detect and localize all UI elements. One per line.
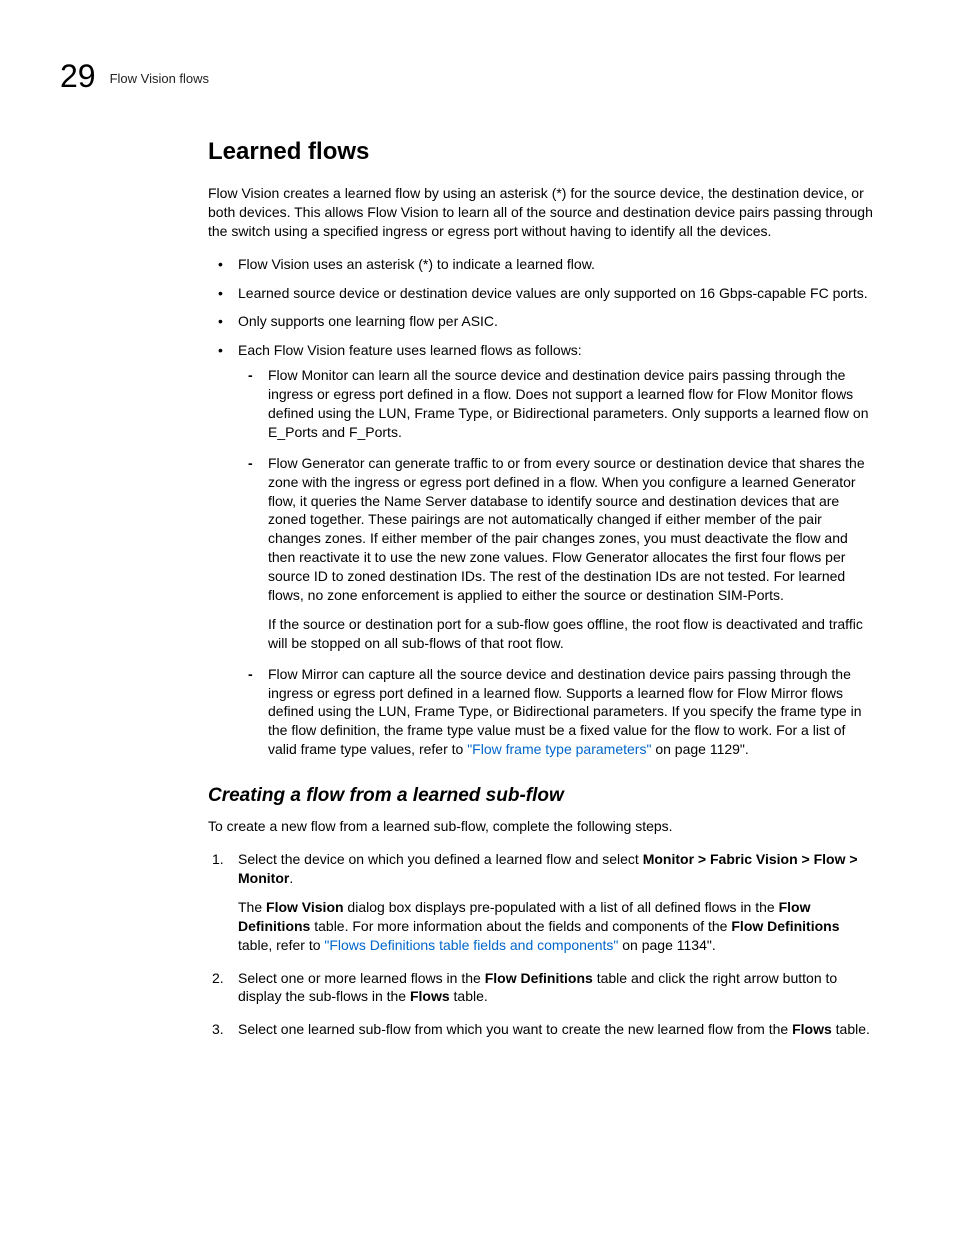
list-item: Flow Vision uses an asterisk (*) to indi… — [208, 255, 874, 274]
step-text: table. — [832, 1021, 870, 1037]
step-list: Select the device on which you defined a… — [208, 850, 874, 1039]
running-header: 29 Flow Vision flows — [60, 60, 894, 92]
step-text: Select one learned sub-flow from which y… — [238, 1021, 792, 1037]
chapter-number: 29 — [60, 60, 96, 92]
step-text: table. For more information about the fi… — [310, 918, 731, 934]
cross-reference-link[interactable]: "Flow frame type parameters" — [467, 741, 651, 757]
list-item: Flow Mirror can capture all the source d… — [238, 665, 874, 759]
ui-element-name: Flow Definitions — [731, 918, 839, 934]
subsection-title: Creating a flow from a learned sub-flow — [208, 785, 874, 807]
ui-element-name: Flows — [410, 988, 450, 1004]
list-item: Flow Monitor can learn all the source de… — [238, 366, 874, 442]
dash-list: Flow Monitor can learn all the source de… — [238, 366, 874, 759]
step-text: table, refer to — [238, 937, 324, 953]
step-text: Select one or more learned flows in the — [238, 970, 485, 986]
document-page: 29 Flow Vision flows Learned flows Flow … — [0, 0, 954, 1235]
ui-element-name: Flow Definitions — [485, 970, 593, 986]
running-title: Flow Vision flows — [110, 71, 209, 86]
list-item-text: on page 1129". — [651, 741, 748, 757]
section-intro: Flow Vision creates a learned flow by us… — [208, 184, 874, 241]
step-item: Select one learned sub-flow from which y… — [208, 1020, 874, 1039]
list-item-text: Each Flow Vision feature uses learned fl… — [238, 342, 582, 358]
list-item: Learned source device or destination dev… — [208, 284, 874, 303]
step-item: Select one or more learned flows in the … — [208, 969, 874, 1007]
step-text: dialog box displays pre-populated with a… — [344, 899, 779, 915]
step-text: table. — [450, 988, 488, 1004]
sub-paragraph: If the source or destination port for a … — [268, 615, 874, 653]
bullet-list: Flow Vision uses an asterisk (*) to indi… — [208, 255, 874, 759]
list-item: Each Flow Vision feature uses learned fl… — [208, 341, 874, 759]
step-text: . — [289, 870, 293, 886]
step-paragraph: The Flow Vision dialog box displays pre-… — [238, 898, 874, 955]
step-text: Select the device on which you defined a… — [238, 851, 643, 867]
ui-element-name: Flow Vision — [266, 899, 344, 915]
list-item-text: Flow Generator can generate traffic to o… — [268, 455, 865, 603]
subsection-intro: To create a new flow from a learned sub-… — [208, 817, 874, 836]
content-area: Learned flows Flow Vision creates a lear… — [208, 138, 874, 1039]
ui-element-name: Flows — [792, 1021, 832, 1037]
cross-reference-link[interactable]: "Flows Definitions table fields and comp… — [324, 937, 618, 953]
step-text: The — [238, 899, 266, 915]
step-item: Select the device on which you defined a… — [208, 850, 874, 954]
list-item: Flow Generator can generate traffic to o… — [238, 454, 874, 653]
step-text: on page 1134". — [618, 937, 715, 953]
section-title: Learned flows — [208, 138, 874, 166]
list-item: Only supports one learning flow per ASIC… — [208, 312, 874, 331]
